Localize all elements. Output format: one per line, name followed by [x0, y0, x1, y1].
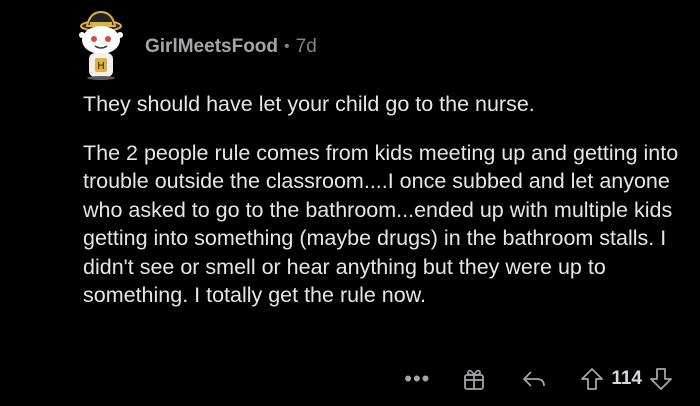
downvote-button[interactable] [648, 366, 674, 392]
meta-separator: • [284, 38, 290, 55]
vote-score: 114 [611, 368, 642, 389]
author-username[interactable]: GirlMeetsFood [145, 36, 278, 58]
award-icon [464, 369, 485, 390]
comment-paragraph: They should have let your child go to th… [83, 92, 535, 116]
comment-actions: ••• 114 [397, 362, 674, 396]
avatar[interactable]: H [70, 8, 132, 80]
comment-body: They should have let your child go to th… [83, 90, 683, 330]
upvote-button[interactable] [579, 366, 605, 392]
comment-age: 7d [295, 36, 317, 57]
upvote-icon [581, 368, 604, 390]
reply-button[interactable] [519, 366, 549, 392]
more-options-button[interactable]: ••• [397, 366, 437, 392]
snoo-avatar-icon: H [79, 10, 123, 80]
award-button[interactable] [459, 366, 489, 392]
reply-icon [523, 371, 546, 387]
downvote-icon [650, 368, 672, 390]
comment-meta: GirlMeetsFood • 7d [145, 36, 317, 58]
svg-text:H: H [97, 61, 105, 72]
comment-paragraph: The 2 people rule comes from kids meetin… [83, 140, 679, 308]
